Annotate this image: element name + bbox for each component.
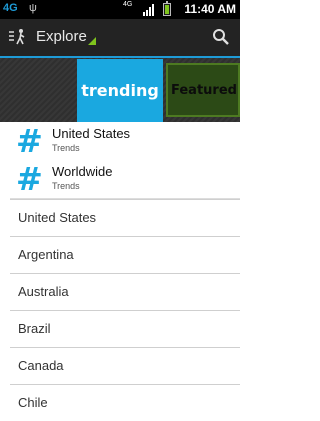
network-indicator: 4G [3,2,18,14]
app-icon[interactable] [8,28,28,46]
list-item-country[interactable]: United States [10,199,240,236]
list-item-title: Worldwide [52,164,113,179]
list-item-label: Brazil [18,321,51,336]
list-item-label: Australia [18,284,69,299]
list-item-trends-united-states[interactable]: # United States Trends [0,122,240,160]
signal-icon [143,4,157,16]
tab-featured[interactable]: Featured [166,63,240,117]
usb-icon: ψ [29,2,37,14]
list-item-label: United States [18,210,97,225]
hashtag-icon: # [16,122,43,160]
clock: 11:40 AM [184,2,236,16]
status-bar: 4G ψ 4G 11:40 AM [0,0,240,19]
list-item-country[interactable]: Chile [10,384,240,421]
list-item-country[interactable]: Australia [10,273,240,310]
list-item-subtitle: Trends [52,181,80,191]
dropdown-indicator-icon[interactable] [88,37,96,45]
list-item-label: Chile [18,395,48,410]
locations-list: # United States Trends # Worldwide Trend… [0,122,240,421]
network-mode-icon: 4G [123,1,133,8]
list-item-label: Argentina [18,247,74,262]
page-title[interactable]: Explore [36,28,87,45]
search-icon[interactable] [212,28,230,46]
action-bar: Explore [0,19,240,58]
list-item-subtitle: Trends [52,143,80,153]
list-item-country[interactable]: Canada [10,347,240,384]
tab-carousel[interactable]: trending Featured [0,58,240,122]
list-item-trends-worldwide[interactable]: # Worldwide Trends [0,160,240,198]
list-item-country[interactable]: Argentina [10,236,240,273]
battery-icon [163,1,171,16]
hashtag-icon: # [16,160,43,198]
list-item-label: Canada [18,358,64,373]
list-item-country[interactable]: Brazil [10,310,240,347]
list-item-title: United States [52,126,131,141]
tab-trending[interactable]: trending [77,59,163,122]
